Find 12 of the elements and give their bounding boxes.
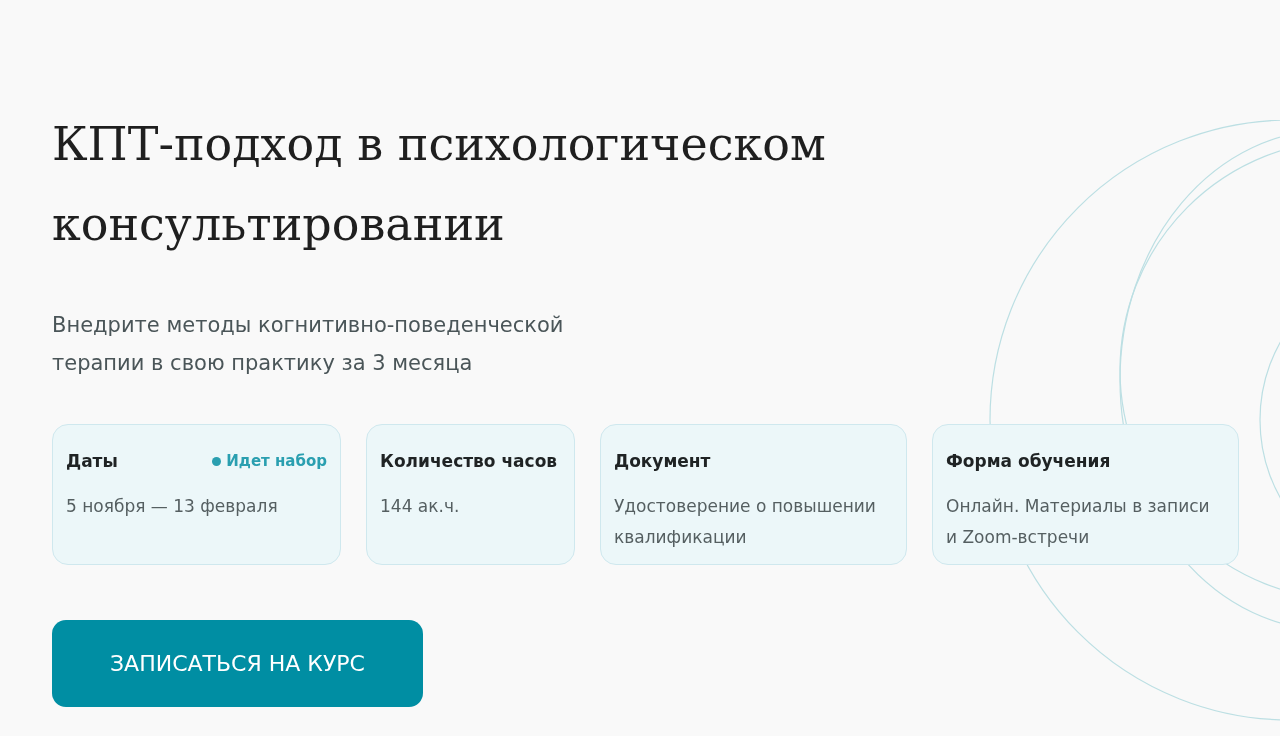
- subtitle: Внедрите методы когнитивно-поведенческой терапии в свою практику за 3 месяца: [52, 312, 565, 377]
- page-title: КПТ-подход в психологическом консультировании: [52, 116, 827, 253]
- card-label: Документ: [614, 451, 711, 471]
- card-label: Форма обучения: [946, 451, 1111, 471]
- enroll-button[interactable]: ЗАПИСАТЬСЯ НА КУРС: [52, 620, 423, 707]
- card-label: Количество часов: [380, 451, 558, 471]
- card-value: Удостоверение о повышении квалификации: [614, 495, 877, 549]
- card-value: 5 ноября — 13 февраля: [66, 495, 279, 518]
- card-label: Даты: [66, 451, 118, 471]
- card-value: 144 ак.ч.: [380, 495, 461, 518]
- status-label: Идет набор: [212, 452, 327, 470]
- card-value: Онлайн. Материалы в записи и Zoom-встречи: [946, 495, 1211, 549]
